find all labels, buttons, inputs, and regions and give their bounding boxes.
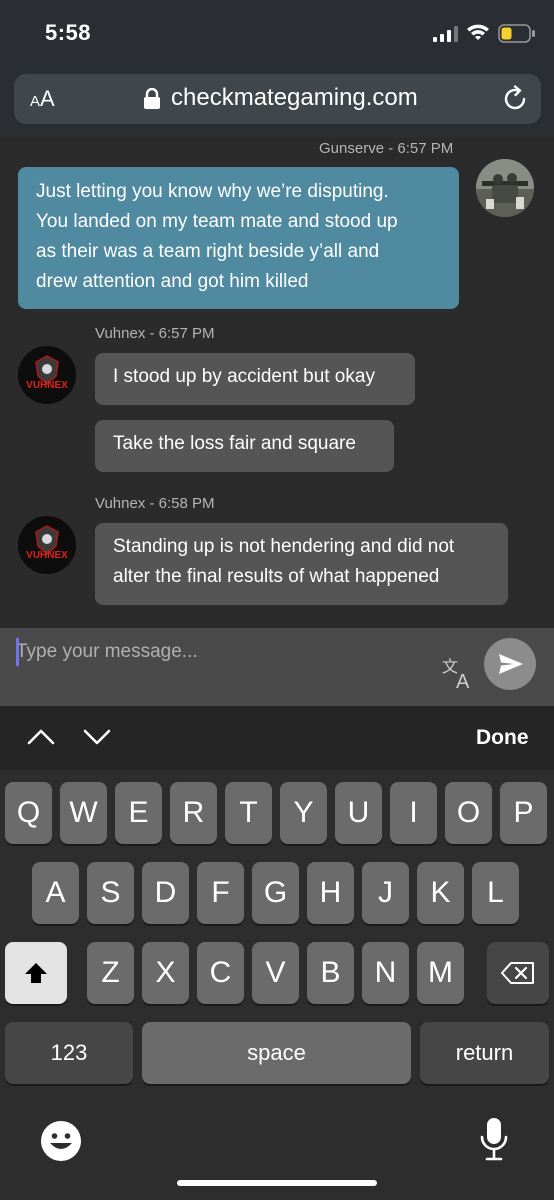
key-k[interactable]: K: [417, 862, 464, 924]
reload-icon[interactable]: [501, 85, 529, 113]
text-caret: [16, 638, 19, 666]
keyboard-accessory-bar: Done: [0, 706, 554, 770]
key-u[interactable]: U: [335, 782, 382, 844]
translate-icon[interactable]: 文 A: [440, 656, 476, 690]
key-c[interactable]: C: [197, 942, 244, 1004]
message-meta: Vuhnex - 6:58 PM: [95, 495, 215, 512]
key-y[interactable]: Y: [280, 782, 327, 844]
numbers-key[interactable]: 123: [5, 1022, 133, 1084]
key-n[interactable]: N: [362, 942, 409, 1004]
key-a[interactable]: A: [32, 862, 79, 924]
avatar-logo-text: VUHNEX: [26, 550, 68, 561]
message-composer: 文 A: [0, 628, 554, 706]
key-d[interactable]: D: [142, 862, 189, 924]
key-j[interactable]: J: [362, 862, 409, 924]
vuhnex-logo-icon: VUHNEX: [18, 346, 76, 404]
key-l[interactable]: L: [472, 862, 519, 924]
key-r[interactable]: R: [170, 782, 217, 844]
avatar-gunserve[interactable]: [476, 159, 534, 217]
message-line: Standing up is not hendering and did not: [113, 536, 455, 557]
message-line: You landed on my team mate and stood up: [36, 211, 398, 232]
svg-text:A: A: [456, 671, 470, 690]
reader-settings-button[interactable]: AA: [30, 86, 55, 112]
avatar-vuhnex[interactable]: VUHNEX: [18, 346, 76, 404]
key-t[interactable]: T: [225, 782, 272, 844]
key-q[interactable]: Q: [5, 782, 52, 844]
backspace-key[interactable]: [487, 942, 549, 1004]
key-z[interactable]: Z: [87, 942, 134, 1004]
vuhnex-logo-icon: VUHNEX: [18, 516, 76, 574]
message-line: as their was a team right beside y’all a…: [36, 241, 380, 262]
space-key[interactable]: space: [142, 1022, 411, 1084]
keyboard: Q W E R T Y U I O P A S D F G H J K L Z …: [0, 770, 554, 1200]
message-line: drew attention and got him killed: [36, 271, 309, 292]
key-i[interactable]: I: [390, 782, 437, 844]
done-button[interactable]: Done: [476, 726, 529, 750]
message-line: Just letting you know why we’re disputin…: [36, 181, 389, 202]
message-bubble-received: Take the loss fair and square: [95, 420, 394, 472]
browser-toolbar: AA checkmategaming.com: [0, 64, 554, 138]
address-bar[interactable]: AA checkmategaming.com: [14, 74, 541, 124]
send-button[interactable]: [484, 638, 536, 690]
avatar-vuhnex[interactable]: VUHNEX: [18, 516, 76, 574]
message-line: alter the final results of what happened: [113, 566, 440, 587]
message-meta: Gunserve - 6:57 PM: [319, 140, 454, 157]
microphone-icon[interactable]: [478, 1116, 510, 1164]
shift-arrow-icon: [25, 963, 47, 983]
soldier-photo-icon: [476, 159, 534, 217]
key-h[interactable]: H: [307, 862, 354, 924]
backspace-icon: [501, 962, 534, 984]
send-icon: [499, 654, 523, 674]
chat-thread[interactable]: Gunserve - 6:57 PM Just letting you know…: [0, 138, 554, 628]
message-bubble-received: I stood up by accident but okay: [95, 353, 415, 405]
wifi-icon: [467, 24, 489, 40]
chevron-down-icon[interactable]: [82, 726, 112, 748]
key-x[interactable]: X: [142, 942, 189, 1004]
key-m[interactable]: M: [417, 942, 464, 1004]
key-s[interactable]: S: [87, 862, 134, 924]
message-input[interactable]: [16, 636, 416, 668]
url-domain: checkmategaming.com: [171, 84, 418, 111]
chevron-up-icon[interactable]: [26, 726, 56, 748]
message-bubble-received: Standing up is not hendering and did not…: [95, 523, 508, 605]
return-key[interactable]: return: [420, 1022, 549, 1084]
key-p[interactable]: P: [500, 782, 547, 844]
status-time: 5:58: [45, 20, 92, 45]
key-b[interactable]: B: [307, 942, 354, 1004]
status-bar: 5:58: [0, 0, 554, 64]
avatar-logo-text: VUHNEX: [26, 380, 68, 391]
key-g[interactable]: G: [252, 862, 299, 924]
key-w[interactable]: W: [60, 782, 107, 844]
key-v[interactable]: V: [252, 942, 299, 1004]
key-e[interactable]: E: [115, 782, 162, 844]
shift-key[interactable]: [5, 942, 67, 1004]
key-f[interactable]: F: [197, 862, 244, 924]
battery-icon: [498, 24, 535, 43]
emoji-icon[interactable]: [40, 1120, 82, 1162]
home-indicator: [177, 1180, 377, 1186]
lock-icon: [144, 88, 160, 109]
cellular-signal-icon: [433, 26, 458, 42]
key-o[interactable]: O: [445, 782, 492, 844]
message-bubble-sent: Just letting you know why we’re disputin…: [18, 167, 459, 309]
message-meta: Vuhnex - 6:57 PM: [95, 325, 215, 342]
